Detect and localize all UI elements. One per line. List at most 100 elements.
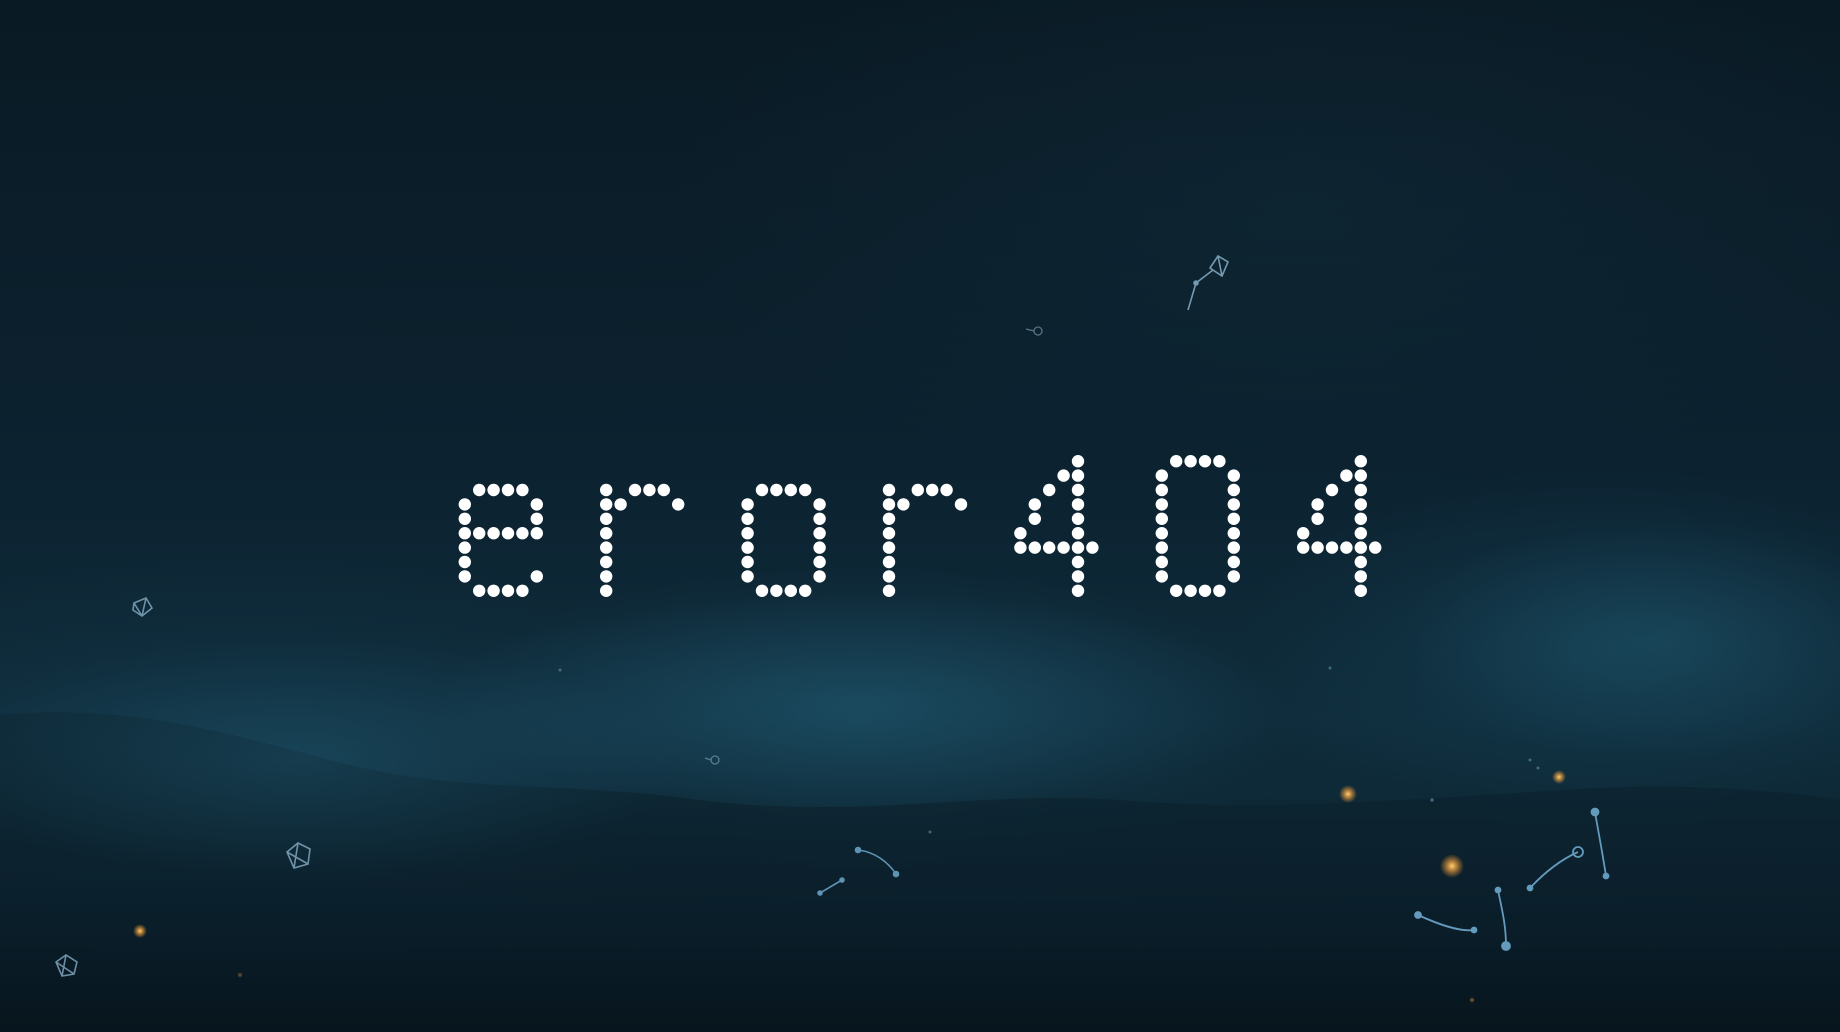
heading-dot	[487, 584, 500, 597]
heading-dot	[1311, 541, 1324, 554]
heading-dot	[741, 527, 754, 540]
heading-dot	[1354, 541, 1368, 554]
heading-dot	[882, 512, 896, 525]
heading-dot	[600, 570, 613, 583]
heading-dot	[1340, 469, 1353, 482]
heading-dot	[882, 498, 896, 511]
heading-dot	[458, 512, 471, 525]
heading-dot	[1311, 512, 1324, 525]
heading-dot	[813, 541, 826, 554]
heading-dot	[458, 527, 471, 540]
heading-dot	[1354, 455, 1368, 468]
heading-dot	[458, 555, 471, 569]
dot-matrix-heading	[458, 455, 1382, 597]
heading-dot	[1354, 498, 1368, 511]
heading-dot	[1227, 512, 1241, 525]
heading-dot	[741, 541, 754, 554]
heading-dot	[643, 483, 656, 497]
heading-dot	[473, 584, 486, 597]
heading-dot	[1227, 498, 1241, 511]
heading-dot	[501, 527, 515, 540]
heading-dot	[530, 527, 543, 540]
heading-dot	[1071, 469, 1085, 482]
heading-dot	[882, 541, 896, 554]
heading-dot	[1354, 555, 1368, 569]
heading-dot	[1155, 483, 1169, 497]
heading-dot	[1369, 541, 1382, 554]
heading-glyph-4	[1014, 455, 1099, 597]
heading-dot	[1057, 541, 1070, 554]
heading-dot	[813, 527, 826, 540]
heading-dot	[530, 498, 543, 511]
heading-dot	[600, 483, 613, 497]
heading-dot	[1227, 483, 1241, 497]
heading-dot	[1014, 541, 1027, 554]
heading-dot	[458, 498, 471, 511]
heading-dot	[1184, 584, 1197, 597]
heading-dot	[600, 512, 613, 525]
heading-dot	[882, 483, 896, 497]
heading-dot	[1227, 527, 1241, 540]
heading-dot	[1170, 584, 1183, 597]
heading-dot	[1014, 527, 1027, 540]
heading-dot	[1297, 541, 1310, 554]
heading-dot	[1354, 483, 1368, 497]
heading-dot	[954, 498, 968, 511]
heading-dot	[882, 555, 896, 569]
heading-dot	[600, 498, 613, 511]
heading-dot	[741, 570, 754, 583]
heading-dot	[1354, 512, 1368, 525]
heading-dot	[1155, 527, 1169, 540]
heading-dot	[614, 498, 627, 511]
heading-dot	[1155, 541, 1169, 554]
heading-dot	[1071, 455, 1085, 468]
heading-dot	[784, 483, 797, 497]
heading-dot	[530, 570, 543, 583]
heading-dot	[1057, 469, 1070, 482]
heading-dot	[741, 512, 754, 525]
heading-dot	[911, 483, 924, 497]
heading-dot	[600, 584, 613, 597]
heading-dot	[1184, 455, 1197, 468]
heading-dot	[473, 527, 486, 540]
heading-dot	[926, 483, 939, 497]
heading-dot	[1071, 527, 1085, 540]
heading-dot	[628, 483, 642, 497]
heading-dot	[784, 584, 797, 597]
heading-dot	[516, 584, 529, 597]
heading-dot	[1311, 498, 1324, 511]
heading-dot	[516, 527, 529, 540]
heading-dot	[813, 498, 826, 511]
heading-dot	[1354, 527, 1368, 540]
heading-dot	[1071, 584, 1085, 597]
heading-dot	[940, 483, 953, 497]
heading-dot	[1325, 541, 1339, 554]
heading-glyph-4	[1297, 455, 1382, 597]
heading-dot	[1043, 541, 1056, 554]
heading-dot	[1170, 455, 1183, 468]
heading-dot	[458, 570, 471, 583]
heading-dot	[1213, 584, 1226, 597]
heading-dot	[1071, 498, 1085, 511]
heading-dot	[897, 498, 910, 511]
heading-dot	[516, 483, 529, 497]
heading-dot	[1354, 584, 1368, 597]
heading-dot	[600, 555, 613, 569]
heading-dot	[770, 584, 783, 597]
heading-dot	[530, 512, 543, 525]
heading-dot	[1155, 498, 1169, 511]
heading-dot	[1227, 555, 1241, 569]
heading-dot	[882, 584, 896, 597]
heading-dot	[1043, 483, 1056, 497]
heading-dot	[1213, 455, 1226, 468]
heading-dot	[1198, 455, 1212, 468]
heading-dot	[600, 541, 613, 554]
heading-dot	[1155, 570, 1169, 583]
heading-dot	[1354, 570, 1368, 583]
heading-dot	[501, 584, 515, 597]
heading-dot	[473, 483, 486, 497]
heading-dot	[799, 584, 812, 597]
heading-dot	[600, 527, 613, 540]
heading-glyph-r	[600, 483, 685, 597]
heading-glyph-0	[1155, 455, 1241, 597]
